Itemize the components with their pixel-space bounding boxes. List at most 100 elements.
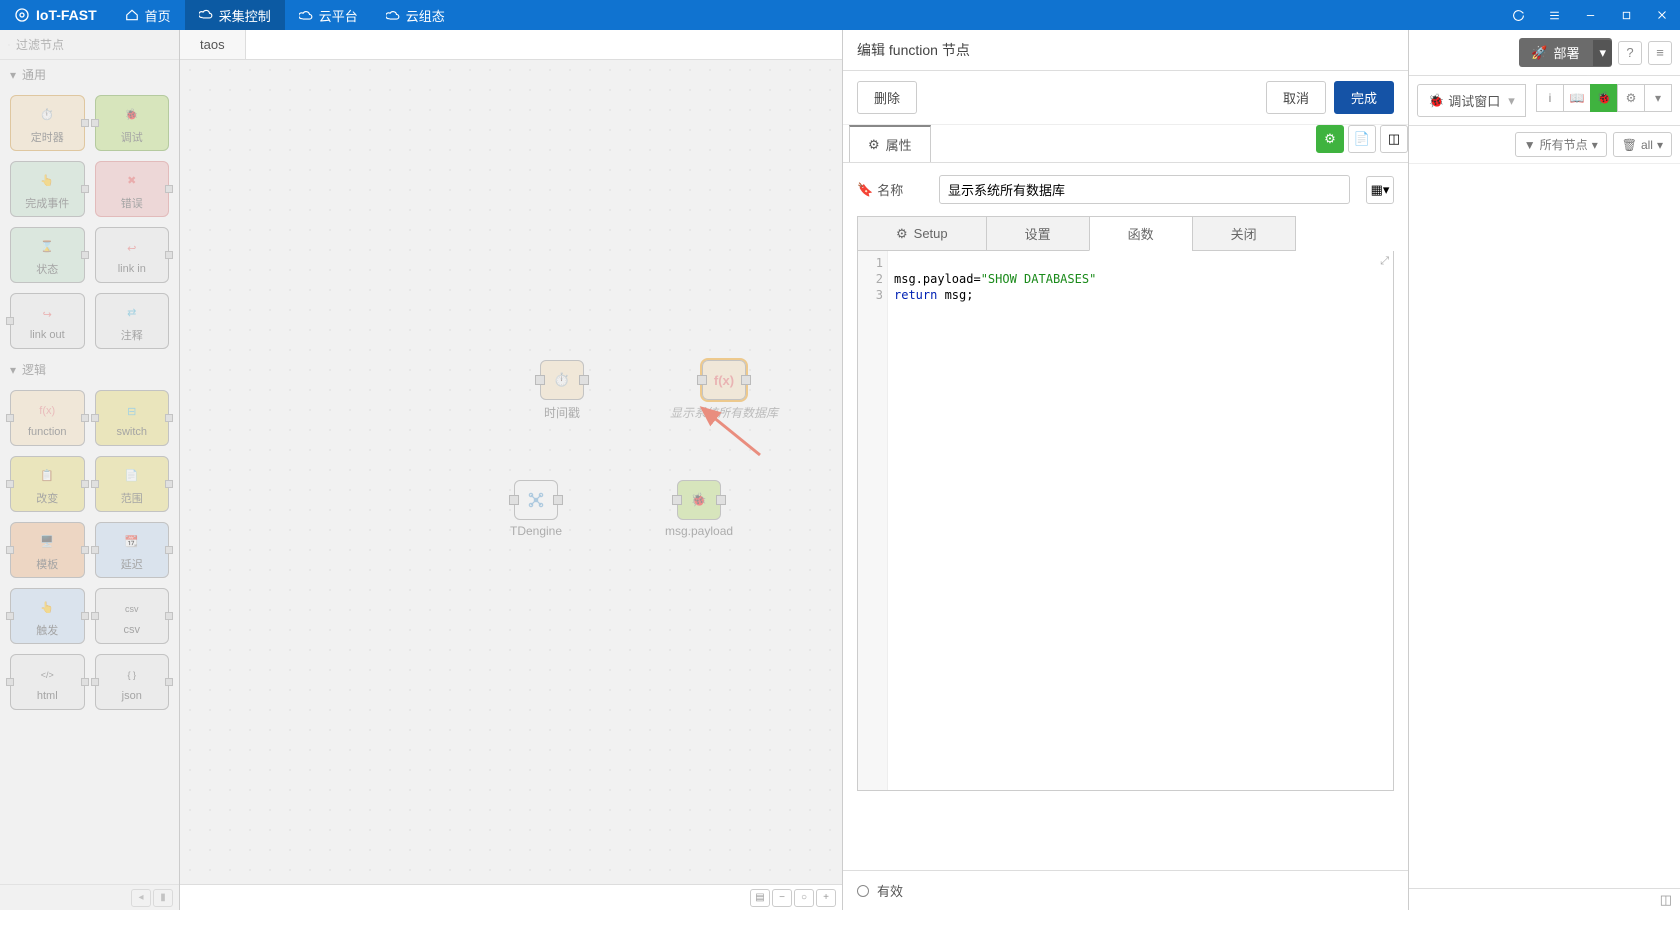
debug-output xyxy=(1409,164,1680,888)
close-button[interactable] xyxy=(1644,0,1680,30)
debug-icon: 🐞 xyxy=(1428,93,1444,109)
code-tab-function[interactable]: 函数 xyxy=(1089,216,1193,251)
filter-all-nodes[interactable]: ▼所有节点▾ xyxy=(1515,132,1607,157)
sidebar-tab-help[interactable]: 📖 xyxy=(1563,84,1591,112)
category-common[interactable]: ▾通用 xyxy=(0,60,179,89)
zoom-reset-button[interactable]: ○ xyxy=(794,889,814,907)
cloud-gear-icon xyxy=(199,8,213,22)
desc-button[interactable]: 📄 xyxy=(1348,125,1376,153)
icon-select-button[interactable]: ▦▾ xyxy=(1366,176,1394,204)
edit-title: 编辑 function 节点 xyxy=(843,30,1408,71)
flow-node-tdengine[interactable]: TDengine xyxy=(510,480,562,538)
category-logic[interactable]: ▾逻辑 xyxy=(0,355,179,384)
filter-clear[interactable]: 🗑all▾ xyxy=(1613,132,1672,157)
palette-node-error[interactable]: ✖错误 xyxy=(95,161,170,217)
gear-icon: ⚙ xyxy=(896,226,908,242)
edit-panel: 编辑 function 节点 删除 取消 完成 ⚙属性 ⚙ 📄 ◫ 🔖名称 ▦▾… xyxy=(842,30,1408,910)
filter-icon: ▼ xyxy=(1524,138,1536,152)
sidebar-tab-debug[interactable]: 🐞调试窗口▾ xyxy=(1417,84,1526,117)
palette-node-function[interactable]: f(x)function xyxy=(10,390,85,446)
delete-button[interactable]: 删除 xyxy=(857,81,917,114)
hamburger-button[interactable]: ≡ xyxy=(1648,41,1672,65)
env-button[interactable]: ⚙ xyxy=(1316,125,1344,153)
deploy-button[interactable]: 🚀 部署 ▾ xyxy=(1519,38,1612,67)
search-icon xyxy=(8,39,10,51)
palette-node-status[interactable]: ⌛状态 xyxy=(10,227,85,283)
nav-collect[interactable]: 采集控制 xyxy=(185,0,285,30)
sidebar-tab-debug-icon[interactable]: 🐞 xyxy=(1590,84,1618,112)
zoom-in-button[interactable]: + xyxy=(816,889,836,907)
canvas[interactable]: ⏱️ 时间戳 f(x) 显示系统所有数据库 TDengine 🐞 msg.pay… xyxy=(180,60,842,884)
line-gutter: 123 xyxy=(858,251,888,790)
palette-node-linkin[interactable]: ↩link in xyxy=(95,227,170,283)
trash-icon: 🗑 xyxy=(1622,138,1637,152)
palette-node-range[interactable]: 📄范围 xyxy=(95,456,170,512)
palette-node-change[interactable]: 📋改变 xyxy=(10,456,85,512)
logo-icon xyxy=(14,7,30,23)
help-button[interactable]: ? xyxy=(1618,41,1642,65)
palette-node-debug[interactable]: 🐞调试 xyxy=(95,95,170,151)
tab-properties[interactable]: ⚙属性 xyxy=(849,125,931,162)
flow-tab-taos[interactable]: taos xyxy=(180,30,246,59)
palette-node-delay[interactable]: 📆延迟 xyxy=(95,522,170,578)
minimize-icon xyxy=(1585,10,1596,21)
palette-toggle-button[interactable]: ▮ xyxy=(153,889,173,907)
workspace: taos ⏱️ 时间戳 f(x) 显示系统所有数据库 TDengine 🐞 ms… xyxy=(180,30,842,910)
code-content[interactable]: msg.payload="SHOW DATABASES" return msg; xyxy=(888,251,1393,790)
close-icon xyxy=(1656,9,1668,21)
menu-button[interactable] xyxy=(1536,0,1572,30)
window-icon[interactable]: ◫ xyxy=(1660,892,1672,908)
palette-node-comment[interactable]: ⇄注释 xyxy=(95,293,170,349)
minimize-button[interactable] xyxy=(1572,0,1608,30)
palette-node-complete[interactable]: 👆完成事件 xyxy=(10,161,85,217)
canvas-footer: ▤ − ○ + xyxy=(180,884,842,910)
cloud-config-icon xyxy=(386,8,400,22)
palette-node-trigger[interactable]: 👆触发 xyxy=(10,588,85,644)
gear-icon: ⚙ xyxy=(868,137,880,153)
canvas-nav-button[interactable]: ▤ xyxy=(750,889,770,907)
code-editor[interactable]: 123 msg.payload="SHOW DATABASES" return … xyxy=(857,251,1394,791)
deploy-dropdown[interactable]: ▾ xyxy=(1593,40,1612,66)
filter-input[interactable] xyxy=(16,38,171,52)
cancel-button[interactable]: 取消 xyxy=(1266,81,1326,114)
palette-node-csv[interactable]: csvcsv xyxy=(95,588,170,644)
zoom-out-button[interactable]: − xyxy=(772,889,792,907)
sidebar-footer: ◫ xyxy=(1409,888,1680,910)
sidebar-right: 🚀 部署 ▾ ? ≡ 🐞调试窗口▾ i 📖 🐞 ⚙ ▾ ▼所有节点▾ 🗑al xyxy=(1408,30,1680,910)
palette-node-json[interactable]: { }json xyxy=(95,654,170,710)
palette-panel: ▾通用 ⏱️定时器 🐞调试 👆完成事件 ✖错误 ⌛状态 ↩link in ↪li… xyxy=(0,30,180,910)
sidebar-tab-more[interactable]: ▾ xyxy=(1644,84,1672,112)
menu-icon xyxy=(1548,9,1561,22)
palette-node-timer[interactable]: ⏱️定时器 xyxy=(10,95,85,151)
palette-collapse-button[interactable]: ◂ xyxy=(131,889,151,907)
palette-filter xyxy=(0,30,179,60)
palette-node-html[interactable]: </>html xyxy=(10,654,85,710)
main-nav: 首页 采集控制 云平台 云组态 xyxy=(111,0,459,30)
name-label: 🔖名称 xyxy=(857,180,927,199)
enabled-label: 有效 xyxy=(877,881,903,900)
name-input[interactable] xyxy=(939,175,1350,204)
done-button[interactable]: 完成 xyxy=(1334,81,1394,114)
enabled-radio[interactable] xyxy=(857,885,869,897)
palette-node-switch[interactable]: ⊟switch xyxy=(95,390,170,446)
app-title: IoT-FAST xyxy=(36,7,97,23)
flow-node-function[interactable]: f(x) 显示系统所有数据库 xyxy=(670,360,778,421)
sidebar-tab-info[interactable]: i xyxy=(1536,84,1564,112)
nav-cloud[interactable]: 云平台 xyxy=(285,0,372,30)
nav-home[interactable]: 首页 xyxy=(111,0,185,30)
appearance-button[interactable]: ◫ xyxy=(1380,125,1408,153)
flow-node-debug[interactable]: 🐞 msg.payload xyxy=(665,480,733,538)
flow-node-timer[interactable]: ⏱️ 时间戳 xyxy=(540,360,584,421)
palette-node-template[interactable]: 🖥️模板 xyxy=(10,522,85,578)
code-tab-settings[interactable]: 设置 xyxy=(986,216,1090,251)
code-tab-setup[interactable]: ⚙Setup xyxy=(857,216,987,251)
refresh-button[interactable] xyxy=(1500,0,1536,30)
maximize-button[interactable] xyxy=(1608,0,1644,30)
titlebar: IoT-FAST 首页 采集控制 云平台 云组态 xyxy=(0,0,1680,30)
expand-editor-button[interactable]: ⤢ xyxy=(1380,255,1389,268)
palette-node-linkout[interactable]: ↪link out xyxy=(10,293,85,349)
code-tab-close[interactable]: 关闭 xyxy=(1192,216,1296,251)
nav-config[interactable]: 云组态 xyxy=(372,0,459,30)
rocket-icon: 🚀 xyxy=(1531,45,1547,61)
sidebar-tab-config[interactable]: ⚙ xyxy=(1617,84,1645,112)
